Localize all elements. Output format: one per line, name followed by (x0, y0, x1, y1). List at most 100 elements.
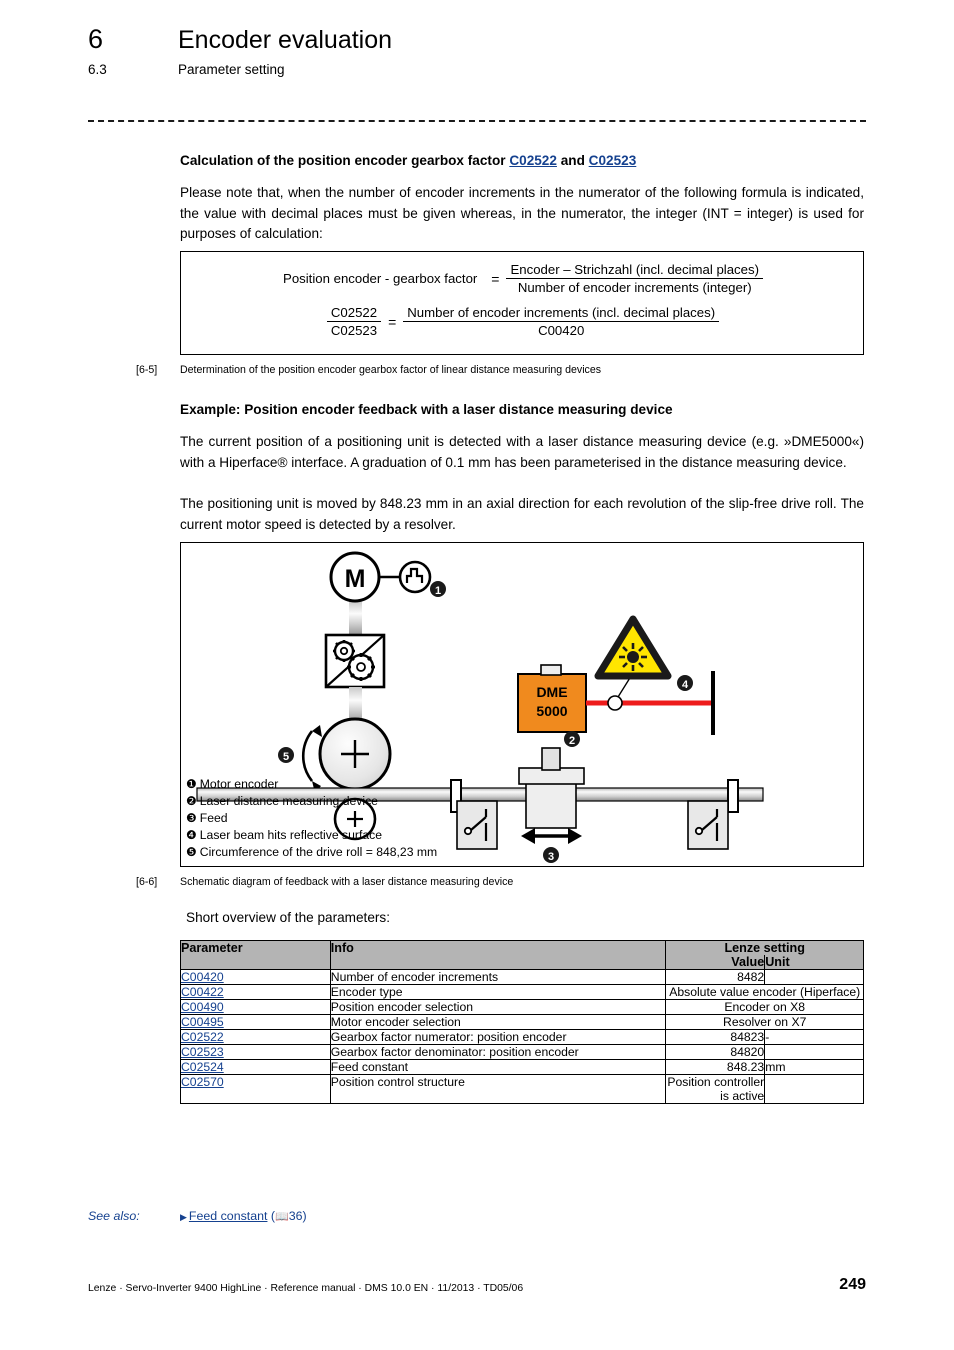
see-also-paren-close: ) (302, 1209, 307, 1223)
formula-equals-1: = (491, 270, 500, 287)
cell-unit: - (764, 1029, 864, 1045)
figure-6-6-number: [6-6] (136, 876, 158, 888)
dme5000-label-line1: DME (536, 684, 567, 700)
param-link-c00495[interactable]: C00495 (181, 1015, 224, 1029)
cell-info: Position encoder selection (329, 999, 667, 1015)
table-header: Parameter Info Lenze setting Value Unit (180, 940, 864, 970)
see-also-paren-open: ( (267, 1209, 276, 1223)
formula-numerator-1: Encoder – Strichzahl (incl. decimal plac… (506, 262, 763, 279)
parameter-table: Parameter Info Lenze setting Value Unit … (180, 940, 864, 1104)
legend-bullet-1: ❶ (186, 777, 197, 791)
figure-6-5-number: [6-5] (136, 364, 158, 376)
footer-page-number: 249 (839, 1276, 866, 1293)
param-link-c00490[interactable]: C00490 (181, 1000, 224, 1014)
cell-parameter: C00495 (180, 1014, 331, 1030)
intro-paragraph: Please note that, when the number of enc… (180, 185, 864, 241)
param-link-c02570[interactable]: C02570 (181, 1075, 224, 1089)
section-title: Parameter setting (178, 62, 285, 77)
diagram-legend: ❶ Motor encoder ❷ Laser distance measuring… (186, 776, 437, 861)
formula-line-2: C02522 C02523 = Number of encoder increm… (181, 305, 865, 338)
col-header-unit: Unit (764, 955, 864, 970)
table-row: C02524 Feed constant 848.23 mm (180, 1059, 864, 1075)
table-body: C00420 Number of encoder increments 8482… (180, 969, 864, 1104)
cell-parameter: C02523 (180, 1044, 331, 1060)
formula-fraction-1: Encoder – Strichzahl (incl. decimal plac… (506, 262, 763, 295)
legend-text-1: Motor encoder (199, 777, 279, 791)
example-heading: Example: Position encoder feedback with … (180, 402, 673, 417)
formula-numerator-2-left: C02522 (326, 305, 382, 322)
rotation-arrow (302, 730, 314, 782)
cell-unit (764, 1044, 864, 1060)
table-row: C02570 Position control structure Positi… (180, 1074, 864, 1104)
legend-bullet-2: ❷ (186, 794, 197, 808)
col-header-info: Info (329, 940, 667, 970)
legend-item-1: ❶ Motor encoder (186, 776, 437, 793)
chapter-title: Encoder evaluation (178, 26, 393, 54)
see-also-link-feed-constant[interactable]: Feed constant (189, 1209, 268, 1223)
cell-parameter: C00420 (180, 969, 331, 985)
cell-info: Feed constant (329, 1059, 667, 1075)
cell-parameter: C00490 (180, 999, 331, 1015)
cell-value: 84820 (665, 1044, 766, 1060)
formula-equals-2: = (388, 313, 397, 330)
cell-value: Position controller is active (665, 1074, 766, 1104)
formula-box: Position encoder - gearbox factor = Enco… (180, 251, 864, 355)
param-link-c02523[interactable]: C02523 (589, 153, 637, 168)
param-link-c02524[interactable]: C02524 (181, 1060, 224, 1074)
table-row: C00422 Encoder type Absolute value encod… (180, 984, 864, 1000)
footer-text: Lenze · Servo-Inverter 9400 HighLine · R… (88, 1283, 524, 1294)
cell-info: Position control structure (329, 1074, 667, 1104)
subsection-heading: Calculation of the position encoder gear… (180, 153, 636, 168)
formula-line-1: Position encoder - gearbox factor = Enco… (181, 262, 865, 295)
cell-info: Motor encoder selection (329, 1014, 667, 1030)
legend-item-4: ❹ Laser beam hits reflective surface (186, 827, 437, 844)
cell-value: Encoder on X8 (665, 999, 864, 1015)
cell-unit (764, 1074, 864, 1104)
legend-text-5: Circumference of the drive roll = 848,23… (199, 845, 438, 859)
cell-value: 8482 (665, 969, 766, 985)
chapter-number: 6 (88, 24, 104, 54)
dme5000-label-line2: 5000 (536, 703, 567, 719)
table-row: C02523 Gearbox factor denominator: posit… (180, 1044, 864, 1060)
legend-item-5: ❺ Circumference of the drive roll = 848,2… (186, 844, 437, 861)
cell-value: Absolute value encoder (Hiperface) (665, 984, 864, 1000)
table-header-row: Parameter Info Lenze setting (180, 940, 864, 970)
param-link-c02523-row[interactable]: C02523 (181, 1045, 224, 1059)
cell-parameter: C02570 (180, 1074, 331, 1104)
cell-parameter: C02524 (180, 1059, 331, 1075)
formula-denominator-1: Number of encoder increments (integer) (517, 280, 752, 295)
param-link-c02522-row[interactable]: C02522 (181, 1030, 224, 1044)
legend-item-3: ❸ Feed (186, 810, 437, 827)
overview-label: Short overview of the parameters: (186, 910, 390, 925)
formula-denominator-2-right: C00420 (538, 323, 585, 338)
legend-bullet-5: ❺ (186, 845, 197, 859)
param-link-c02522[interactable]: C02522 (509, 153, 557, 168)
svg-text:5: 5 (283, 751, 289, 763)
cell-info: Gearbox factor numerator: position encod… (329, 1029, 667, 1045)
svg-text:1: 1 (435, 585, 441, 597)
col-header-lenze-setting: Lenze setting (665, 940, 864, 955)
legend-text-2: Laser distance measuring device (199, 794, 378, 808)
see-also-row: ▶ Feed constant (📖36) (180, 1209, 307, 1223)
formula-fraction-2-left: C02522 C02523 (326, 305, 382, 338)
triangle-right-icon: ▶ (180, 1212, 187, 1222)
table-row: C02522 Gearbox factor numerator: positio… (180, 1029, 864, 1045)
table-row: C00490 Position encoder selection Encode… (180, 999, 864, 1015)
section-number: 6.3 (88, 62, 107, 77)
cell-info: Number of encoder increments (329, 969, 667, 985)
svg-text:3: 3 (548, 851, 554, 863)
carriage (525, 782, 577, 829)
book-icon: 📖 (275, 1211, 289, 1223)
cell-value: 848.23 (665, 1059, 766, 1075)
formula-fraction-2-right: Number of encoder increments (incl. deci… (403, 305, 720, 338)
see-also-page-ref: 36 (288, 1209, 303, 1223)
example-paragraph-2: The positioning unit is moved by 848.23 … (180, 496, 864, 532)
figure-6-5-caption: Determination of the position encoder ge… (180, 364, 602, 376)
table-row: C00420 Number of encoder increments 8482 (180, 969, 864, 985)
laser-warning-icon (594, 615, 672, 680)
cell-parameter: C02522 (180, 1029, 331, 1045)
motor-label: M (345, 565, 366, 593)
param-link-c00420[interactable]: C00420 (181, 970, 224, 984)
param-link-c00422[interactable]: C00422 (181, 985, 224, 999)
cell-value: 84823 (665, 1029, 766, 1045)
